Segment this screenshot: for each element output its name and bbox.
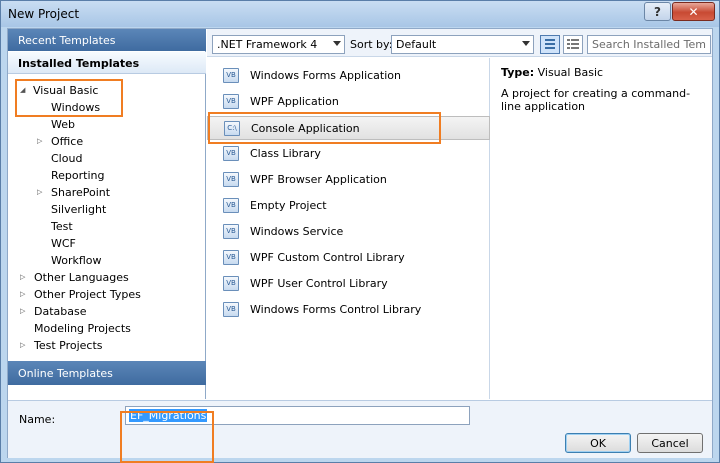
dialog-body: Recent Templates Installed Templates ◢ V…	[7, 28, 713, 463]
vb-project-icon: VB	[223, 250, 239, 265]
medium-icons-view-button[interactable]	[540, 35, 560, 54]
sort-dropdown[interactable]: Default	[391, 35, 534, 54]
type-label: Type:	[501, 66, 535, 79]
expand-arrow-icon[interactable]: ▷	[20, 307, 25, 315]
search-installed-templates-input[interactable]: Search Installed Tem	[587, 35, 711, 54]
expand-arrow-icon[interactable]: ▷	[20, 290, 25, 298]
small-icons-view-button[interactable]	[563, 35, 583, 54]
chevron-down-icon	[333, 41, 341, 46]
template-label: Windows Service	[250, 225, 344, 238]
sort-value: Default	[396, 38, 437, 51]
expand-arrow-icon[interactable]: ▷	[20, 341, 25, 349]
title-bar: New Project ? ✕	[1, 1, 719, 27]
name-label: Name:	[19, 413, 56, 426]
template-description-text: A project for creating a command-line ap…	[501, 87, 691, 113]
vb-project-icon: VB	[223, 198, 239, 213]
details-view-icon	[567, 39, 579, 49]
template-item-wpf-user-control-library[interactable]: VB WPF User Control Library	[207, 272, 490, 296]
template-toolbar: .NET Framework 4 Sort by: Default Search…	[207, 29, 712, 57]
cancel-button[interactable]: Cancel	[637, 433, 703, 453]
project-name-area: Name: EF_Migrations OK Cancel	[8, 400, 712, 463]
tree-item-label: Cloud	[51, 152, 83, 165]
tree-item-label: Web	[51, 118, 75, 131]
template-item-empty-project[interactable]: VB Empty Project	[207, 194, 490, 218]
online-templates-header[interactable]: Online Templates	[8, 361, 206, 385]
annotation-highlight-console-application	[208, 112, 441, 144]
vb-project-icon: VB	[223, 224, 239, 239]
tree-item-label: Test Projects	[34, 339, 103, 352]
vb-project-icon: VB	[223, 146, 239, 161]
tree-item-label: Office	[51, 135, 84, 148]
installed-templates-header[interactable]: Installed Templates	[8, 52, 206, 74]
template-label: WPF Application	[250, 95, 339, 108]
recent-templates-header[interactable]: Recent Templates	[8, 29, 206, 51]
ok-button[interactable]: OK	[565, 433, 631, 453]
template-item-windows-forms-application[interactable]: VB Windows Forms Application	[207, 64, 490, 88]
tree-item-label: Silverlight	[51, 203, 107, 216]
annotation-highlight-name	[120, 411, 214, 463]
template-item-wpf-custom-control-library[interactable]: VB WPF Custom Control Library	[207, 246, 490, 270]
close-button[interactable]: ✕	[672, 2, 715, 21]
vb-project-icon: VB	[223, 302, 239, 317]
sort-by-label: Sort by:	[350, 38, 393, 51]
tree-item-label: Database	[34, 305, 87, 318]
template-item-class-library[interactable]: VB Class Library	[207, 142, 490, 166]
vb-project-icon: VB	[223, 276, 239, 291]
new-project-dialog: New Project ? ✕ Recent Templates Install…	[0, 0, 720, 463]
template-type: Type: Visual Basic	[501, 66, 704, 79]
help-button[interactable]: ?	[644, 2, 671, 21]
framework-value: .NET Framework 4	[217, 38, 318, 51]
annotation-highlight-visual-basic	[15, 79, 123, 117]
vb-project-icon: VB	[223, 94, 239, 109]
template-list: VB Windows Forms Application VB WPF Appl…	[207, 58, 490, 399]
list-view-icon	[545, 39, 555, 49]
template-item-wpf-application[interactable]: VB WPF Application	[207, 90, 490, 114]
expand-arrow-icon[interactable]: ▷	[20, 273, 25, 281]
template-description-pane: Type: Visual Basic A project for creatin…	[491, 58, 712, 399]
expand-arrow-icon[interactable]: ▷	[37, 188, 42, 196]
template-item-wpf-browser-application[interactable]: VB WPF Browser Application	[207, 168, 490, 192]
template-label: WPF User Control Library	[250, 277, 388, 290]
template-label: Windows Forms Application	[250, 69, 401, 82]
tree-item-label: Other Project Types	[34, 288, 141, 301]
template-item-windows-forms-control-library[interactable]: VB Windows Forms Control Library	[207, 298, 490, 322]
template-label: Windows Forms Control Library	[250, 303, 422, 316]
window-title: New Project	[8, 7, 80, 21]
tree-item-label: Other Languages	[34, 271, 129, 284]
vb-project-icon: VB	[223, 172, 239, 187]
framework-dropdown[interactable]: .NET Framework 4	[212, 35, 345, 54]
template-label: WPF Custom Control Library	[250, 251, 405, 264]
tree-item-label: Test	[51, 220, 73, 233]
template-item-windows-service[interactable]: VB Windows Service	[207, 220, 490, 244]
tree-item-label: SharePoint	[51, 186, 111, 199]
tree-item-label: Reporting	[51, 169, 105, 182]
type-value: Visual Basic	[537, 66, 604, 79]
expand-arrow-icon[interactable]: ▷	[37, 137, 42, 145]
template-label: Empty Project	[250, 199, 327, 212]
tree-item-label: Modeling Projects	[34, 322, 131, 335]
template-label: WPF Browser Application	[250, 173, 387, 186]
tree-item-label: WCF	[51, 237, 76, 250]
template-label: Class Library	[250, 147, 321, 160]
chevron-down-icon	[522, 41, 530, 46]
tree-item-label: Workflow	[51, 254, 102, 267]
vb-project-icon: VB	[223, 68, 239, 83]
template-categories-pane: Recent Templates Installed Templates ◢ V…	[8, 29, 206, 399]
